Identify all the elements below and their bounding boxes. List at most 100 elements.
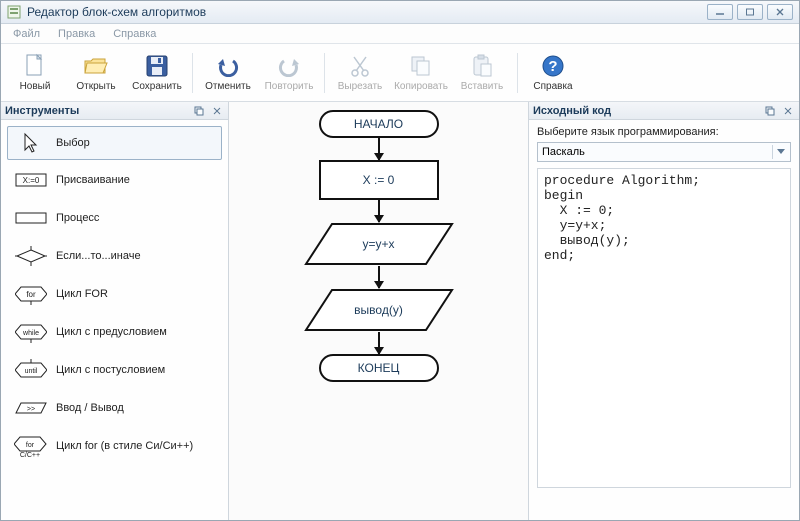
svg-text:for: for — [26, 290, 36, 299]
tools-list: Выбор X:=0 Присваивание Процесс Если...т… — [1, 120, 228, 470]
tool-select[interactable]: Выбор — [7, 126, 222, 160]
paste-button[interactable]: Вставить — [452, 48, 512, 98]
svg-text:until: until — [25, 368, 38, 375]
tool-assign[interactable]: X:=0 Присваивание — [7, 162, 222, 198]
tool-process[interactable]: Процесс — [7, 200, 222, 236]
app-icon — [7, 5, 21, 19]
close-button[interactable] — [767, 4, 793, 20]
flow-arrow — [378, 138, 380, 160]
flow-arrow — [378, 266, 380, 288]
copy-icon — [408, 53, 434, 79]
flow-expr[interactable]: y=y+x — [304, 222, 454, 266]
open-button[interactable]: Открыть — [66, 48, 126, 98]
tools-panel-header: Инструменты — [1, 102, 228, 120]
language-value: Паскаль — [542, 146, 585, 158]
flow-arrow — [378, 200, 380, 222]
tools-panel: Инструменты Выбор X:=0 Присваивание Проц… — [1, 102, 229, 520]
toolbar-separator — [192, 53, 193, 93]
cursor-icon — [14, 132, 48, 154]
tool-label: Присваивание — [56, 174, 130, 186]
tool-label: Цикл с предусловием — [56, 326, 167, 338]
toolbar-label: Вырезать — [338, 81, 382, 92]
help-button[interactable]: ? Справка — [523, 48, 583, 98]
code-panel: Исходный код Выберите язык программирова… — [528, 102, 799, 520]
svg-text:C/C++: C/C++ — [20, 452, 40, 457]
toolbar-label: Копировать — [394, 81, 448, 92]
new-button[interactable]: Новый — [5, 48, 65, 98]
scissors-icon — [347, 53, 373, 79]
tool-io[interactable]: >> Ввод / Вывод — [7, 390, 222, 426]
assign-icon: X:=0 — [14, 169, 48, 191]
tool-label: Процесс — [56, 212, 99, 224]
flow-output[interactable]: вывод(y) — [304, 288, 454, 332]
copy-button[interactable]: Копировать — [391, 48, 451, 98]
paste-icon — [469, 53, 495, 79]
flow-start[interactable]: НАЧАЛО — [319, 110, 439, 138]
new-file-icon — [22, 53, 48, 79]
toolbar-separator — [517, 53, 518, 93]
flow-end-text: КОНЕЦ — [358, 361, 400, 375]
chevron-down-icon — [772, 145, 788, 159]
close-panel-icon[interactable] — [210, 106, 224, 116]
redo-button[interactable]: Повторить — [259, 48, 319, 98]
tool-for[interactable]: for Цикл FOR — [7, 276, 222, 312]
while-loop-icon: while — [14, 321, 48, 343]
language-combo[interactable]: Паскаль — [537, 142, 791, 162]
tool-while[interactable]: while Цикл с предусловием — [7, 314, 222, 350]
svg-text:for: for — [26, 442, 35, 449]
until-loop-icon: until — [14, 359, 48, 381]
flow-expr-text: y=y+x — [362, 237, 394, 251]
undock-icon[interactable] — [192, 106, 206, 116]
flow-arrow — [378, 332, 380, 354]
tool-label: Цикл FOR — [56, 288, 108, 300]
toolbar-label: Вставить — [461, 81, 503, 92]
flow-assign-text: X := 0 — [363, 173, 395, 187]
code-panel-title: Исходный код — [533, 105, 611, 117]
undo-icon — [215, 53, 241, 79]
flow-output-text: вывод(y) — [354, 303, 403, 317]
svg-text:while: while — [22, 330, 39, 337]
flow-assign[interactable]: X := 0 — [319, 160, 439, 200]
tool-forc[interactable]: for C/C++ Цикл for (в стиле Си/Си++) — [7, 428, 222, 464]
canvas[interactable]: НАЧАЛО X := 0 y=y+x вывод(y) КОНЕЦ — [229, 102, 528, 520]
tool-label: Цикл с постусловием — [56, 364, 165, 376]
undock-icon[interactable] — [763, 106, 777, 116]
menu-help[interactable]: Справка — [105, 26, 164, 42]
maximize-button[interactable] — [737, 4, 763, 20]
tool-label: Если...то...иначе — [56, 250, 141, 262]
window-controls — [707, 4, 793, 20]
svg-text:X:=0: X:=0 — [23, 176, 40, 185]
titlebar: Редактор блок-схем алгоритмов — [1, 1, 799, 24]
toolbar: Новый Открыть Сохранить Отменить Повтори… — [1, 44, 799, 102]
decision-icon — [14, 245, 48, 267]
tools-panel-title: Инструменты — [5, 105, 79, 117]
process-icon — [14, 207, 48, 229]
menu-edit[interactable]: Правка — [50, 26, 103, 42]
tool-label: Цикл for (в стиле Си/Си++) — [56, 440, 193, 452]
minimize-button[interactable] — [707, 4, 733, 20]
save-icon — [144, 53, 170, 79]
window-title: Редактор блок-схем алгоритмов — [27, 5, 707, 19]
tool-until[interactable]: until Цикл с постусловием — [7, 352, 222, 388]
svg-text:?: ? — [548, 58, 557, 75]
undo-button[interactable]: Отменить — [198, 48, 258, 98]
menu-file[interactable]: Файл — [5, 26, 48, 42]
close-panel-icon[interactable] — [781, 106, 795, 116]
toolbar-label: Открыть — [76, 81, 115, 92]
code-panel-body: Выберите язык программирования: Паскаль … — [529, 120, 799, 494]
menubar: Файл Правка Справка — [1, 24, 799, 44]
tool-if[interactable]: Если...то...иначе — [7, 238, 222, 274]
redo-icon — [276, 53, 302, 79]
tool-label: Выбор — [56, 137, 90, 149]
app-window: Редактор блок-схем алгоритмов Файл Правк… — [0, 0, 800, 521]
svg-text:>>: >> — [27, 406, 35, 413]
save-button[interactable]: Сохранить — [127, 48, 187, 98]
folder-open-icon — [83, 53, 109, 79]
flow-end[interactable]: КОНЕЦ — [319, 354, 439, 382]
for-loop-icon: for — [14, 283, 48, 305]
cut-button[interactable]: Вырезать — [330, 48, 390, 98]
toolbar-label: Повторить — [265, 81, 314, 92]
io-icon: >> — [14, 397, 48, 419]
toolbar-label: Сохранить — [132, 81, 182, 92]
code-output[interactable]: procedure Algorithm; begin X := 0; y=y+x… — [537, 168, 791, 488]
